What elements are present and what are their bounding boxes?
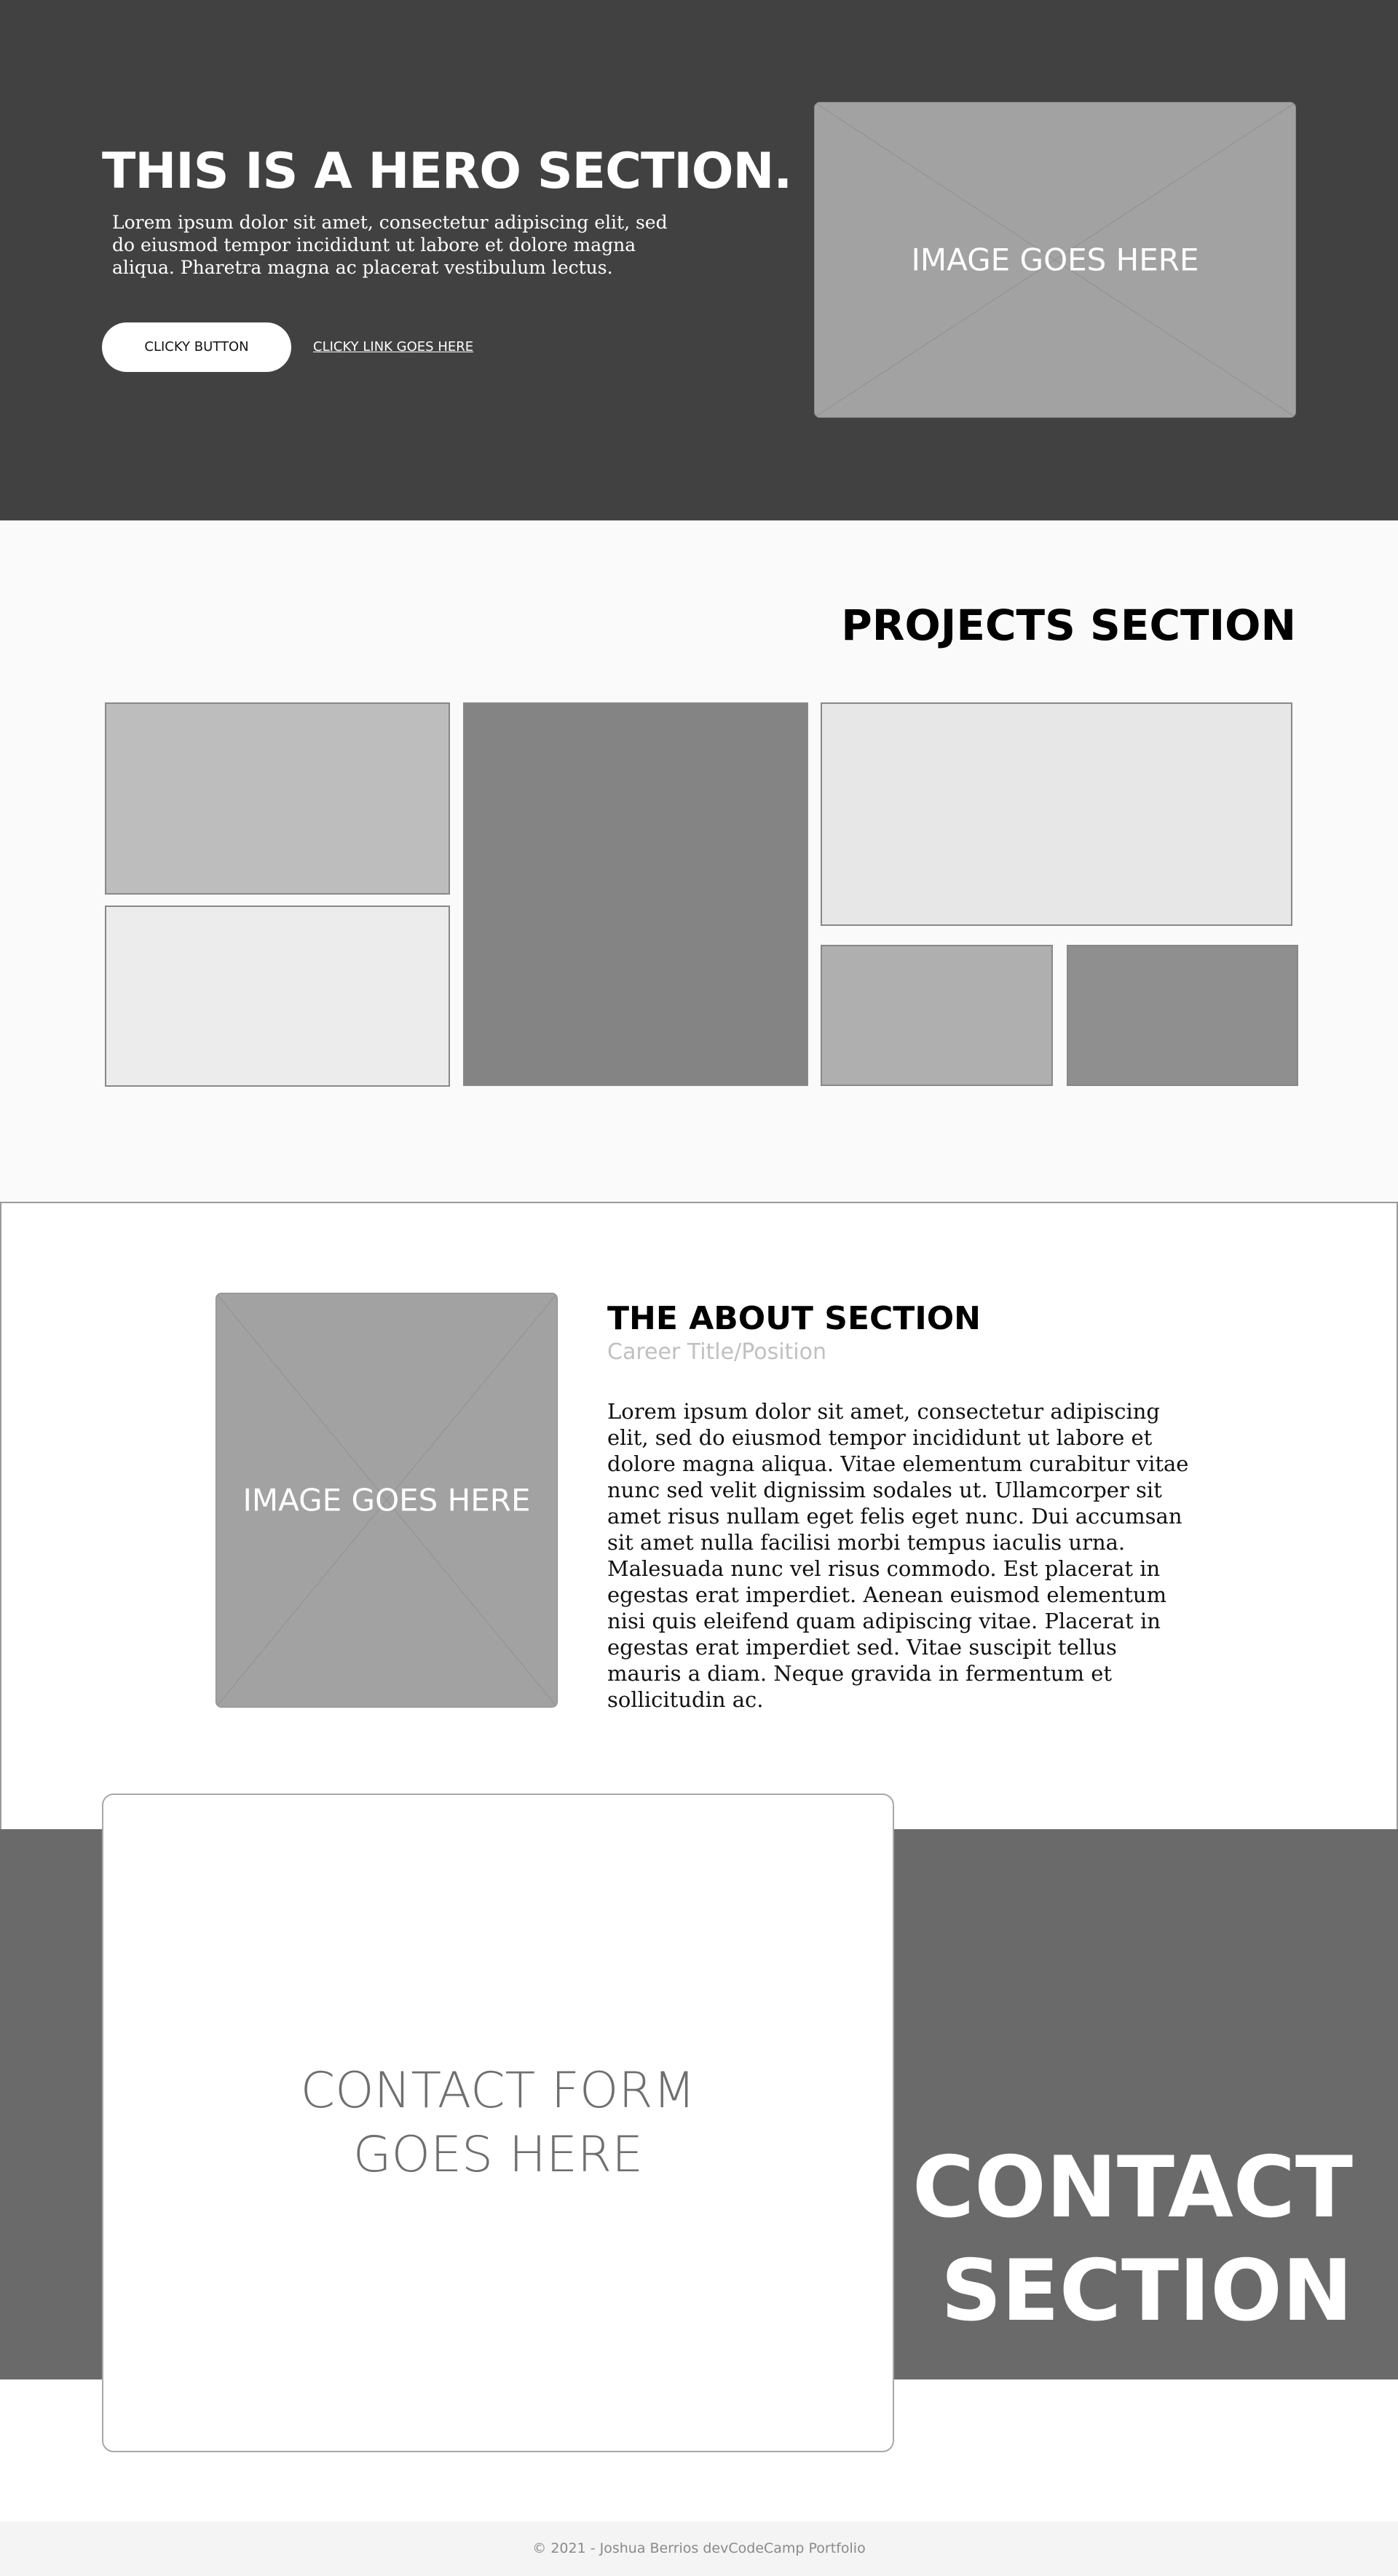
clicky-link[interactable]: CLICKY LINK GOES HERE bbox=[313, 339, 473, 354]
about-text: Lorem ipsum dolor sit amet, consectetur … bbox=[607, 1399, 1189, 1712]
about-title: THE ABOUT SECTION bbox=[607, 1300, 981, 1337]
project-tile[interactable] bbox=[463, 702, 808, 1086]
about-subtitle: Career Title/Position bbox=[607, 1339, 826, 1365]
contact-form-label: CONTACT FORM GOES HERE bbox=[103, 2059, 893, 2187]
hero-image-label: IMAGE GOES HERE bbox=[911, 242, 1199, 278]
clicky-button[interactable]: CLICKY BUTTON bbox=[102, 322, 291, 372]
hero-title: THIS IS A HERO SECTION. bbox=[102, 143, 792, 200]
hero-section: THIS IS A HERO SECTION. Lorem ipsum dolo… bbox=[0, 0, 1398, 520]
footer: © 2021 - Joshua Berrios devCodeCamp Port… bbox=[0, 2521, 1398, 2576]
footer-text: © 2021 - Joshua Berrios devCodeCamp Port… bbox=[532, 2540, 866, 2556]
contact-form-placeholder[interactable]: CONTACT FORM GOES HERE bbox=[102, 1794, 894, 2452]
contact-title: CONTACT SECTION bbox=[912, 2139, 1353, 2340]
project-tile[interactable] bbox=[105, 702, 450, 895]
hero-text: Lorem ipsum dolor sit amet, consectetur … bbox=[112, 212, 668, 278]
projects-title: PROJECTS SECTION bbox=[841, 601, 1296, 650]
about-section: IMAGE GOES HERE THE ABOUT SECTION Career… bbox=[0, 1202, 1398, 1829]
project-tile[interactable] bbox=[821, 702, 1292, 926]
project-tile[interactable] bbox=[105, 905, 450, 1087]
project-tile[interactable] bbox=[821, 945, 1053, 1086]
contact-form-label-text: CONTACT FORM GOES HERE bbox=[300, 2061, 696, 2184]
projects-section: PROJECTS SECTION bbox=[0, 520, 1398, 1202]
hero-image-placeholder: IMAGE GOES HERE bbox=[814, 102, 1296, 418]
project-tile[interactable] bbox=[1067, 945, 1298, 1086]
about-image-label: IMAGE GOES HERE bbox=[242, 1482, 531, 1518]
about-image-placeholder: IMAGE GOES HERE bbox=[216, 1293, 558, 1708]
